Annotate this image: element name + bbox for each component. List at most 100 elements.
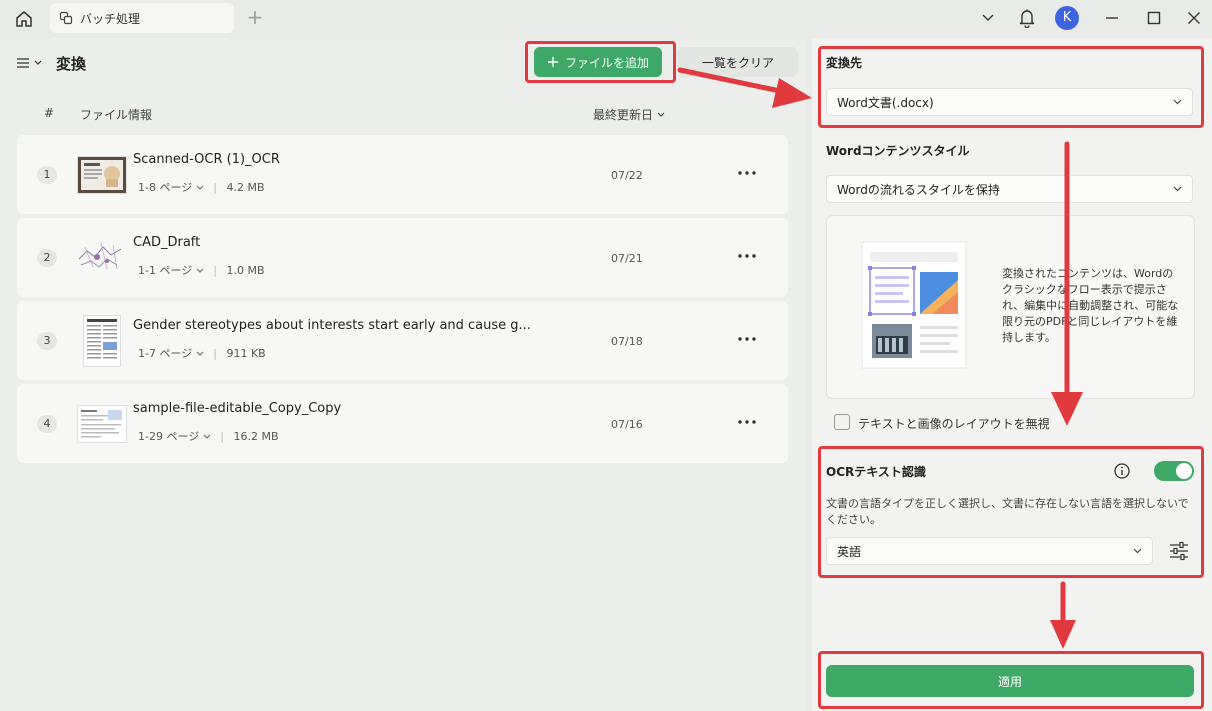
ignore-layout-checkbox[interactable]	[834, 414, 850, 430]
ocr-info-button[interactable]	[1113, 462, 1131, 480]
add-file-button[interactable]: ファイルを追加	[534, 47, 662, 77]
plus-icon	[547, 57, 558, 67]
file-meta[interactable]: 1-29 ページ | 16.2 MB	[138, 428, 279, 444]
column-header-number: #	[44, 106, 55, 120]
ocr-settings-button[interactable]	[1168, 540, 1190, 562]
table-row[interactable]: 1 Scanned-OCR (1)_OCR 1-8 ページ | 4.2 MB 0…	[17, 135, 788, 214]
more-icon	[738, 337, 756, 341]
more-icon	[738, 254, 756, 258]
modified-date: 07/18	[611, 335, 643, 348]
chevron-down-icon	[196, 351, 204, 356]
more-options-button[interactable]	[737, 246, 757, 266]
more-options-button[interactable]	[737, 329, 757, 349]
table-row[interactable]: 4 sample-file-editable_Copy_Copy 1-29 ペー…	[17, 384, 788, 463]
file-thumbnail	[83, 315, 121, 367]
avatar[interactable]: K	[1055, 6, 1079, 30]
toggle-knob	[1176, 463, 1192, 479]
file-size: 911 KB	[226, 347, 266, 360]
ocr-title: OCRテキスト認識	[826, 465, 926, 479]
maximize-button[interactable]	[1144, 6, 1164, 30]
info-icon	[1114, 463, 1130, 479]
content-style-select[interactable]: Wordの流れるスタイルを保持	[826, 175, 1193, 203]
dropdown-button[interactable]	[978, 6, 998, 30]
file-thumbnail	[77, 405, 127, 443]
file-size: 16.2 MB	[233, 430, 279, 443]
meta-divider: |	[213, 181, 217, 194]
ocr-language-value: 英語	[837, 544, 862, 559]
chevron-down-icon	[203, 434, 211, 439]
style-description: 変換されたコンテンツは、Wordのクラシックなフロー表示で提示され、編集中に自動…	[1002, 267, 1179, 344]
column-header-modified-date[interactable]: 最終更新日	[593, 106, 665, 123]
file-name: Gender stereotypes about interests start…	[133, 318, 531, 333]
chevron-down-icon	[982, 14, 994, 21]
chevron-down-icon	[657, 112, 665, 117]
notification-button[interactable]	[1016, 6, 1038, 30]
apply-label: 適用	[997, 674, 1022, 689]
modified-date: 07/22	[611, 169, 643, 182]
file-meta[interactable]: 1-7 ページ | 911 KB	[138, 345, 266, 361]
file-thumbnail	[77, 239, 125, 275]
add-file-label: ファイルを追加	[564, 55, 649, 70]
table-row[interactable]: 2 CAD_Draft 1-1 ページ | 1.0 MB 07/21	[17, 218, 788, 297]
page-range: 1-29 ページ	[138, 430, 200, 443]
more-icon	[738, 420, 756, 424]
file-size: 4.2 MB	[226, 181, 265, 194]
column-header-file-info: ファイル情報	[80, 108, 153, 122]
modified-date: 07/21	[611, 252, 643, 265]
content-style-title: Wordコンテンツスタイル	[826, 144, 970, 158]
row-number: 4	[37, 415, 57, 433]
row-number: 1	[37, 166, 57, 184]
file-size: 1.0 MB	[226, 264, 265, 277]
chevron-down-icon	[34, 60, 42, 65]
row-number: 2	[37, 249, 57, 267]
bell-icon	[1019, 9, 1035, 28]
page-range: 1-1 ページ	[138, 264, 193, 277]
minimize-icon	[1106, 17, 1118, 19]
new-tab-button[interactable]: +	[244, 6, 266, 28]
page-title: 変換	[56, 55, 87, 73]
meta-divider: |	[213, 264, 217, 277]
sliders-icon	[1170, 541, 1188, 561]
row-number: 3	[37, 332, 57, 350]
plus-icon: +	[246, 5, 264, 29]
apply-button[interactable]: 適用	[826, 665, 1194, 697]
ocr-description: 文書の言語タイプを正しく選択し、文書に存在しない言語を選択しないでください。	[826, 497, 1189, 526]
more-options-button[interactable]	[737, 412, 757, 432]
clear-list-label: 一覧をクリア	[701, 55, 774, 70]
page-range: 1-7 ページ	[138, 347, 193, 360]
file-meta[interactable]: 1-8 ページ | 4.2 MB	[138, 179, 265, 195]
target-format-title: 変換先	[826, 56, 863, 70]
file-name: sample-file-editable_Copy_Copy	[133, 401, 342, 416]
chevron-down-icon	[1173, 186, 1182, 192]
file-name: CAD_Draft	[133, 235, 201, 250]
tab-batch-process[interactable]: バッチ処理	[50, 3, 234, 33]
clear-list-button[interactable]: 一覧をクリア	[678, 47, 798, 77]
table-row[interactable]: 3 Gender stereotypes about interests sta…	[17, 301, 788, 380]
file-name: Scanned-OCR (1)_OCR	[133, 152, 280, 167]
document-preview-illustration	[861, 241, 967, 369]
menu-button[interactable]	[16, 53, 44, 73]
close-button[interactable]	[1184, 6, 1204, 30]
more-options-button[interactable]	[737, 163, 757, 183]
home-icon	[16, 11, 32, 27]
minimize-button[interactable]	[1102, 6, 1122, 30]
close-icon	[1188, 12, 1200, 24]
chevron-down-icon	[196, 268, 204, 273]
page-range: 1-8 ページ	[138, 181, 193, 194]
file-thumbnail	[77, 156, 127, 194]
ocr-toggle[interactable]	[1154, 461, 1194, 481]
chevron-down-icon	[1133, 548, 1142, 554]
batch-icon	[58, 10, 74, 26]
target-format-value: Word文書(.docx)	[837, 95, 934, 110]
modified-date: 07/16	[611, 418, 643, 431]
ignore-layout-label: テキストと画像のレイアウトを無視	[858, 417, 1050, 431]
target-format-select[interactable]: Word文書(.docx)	[826, 88, 1193, 116]
home-button[interactable]	[8, 7, 40, 31]
maximize-icon	[1147, 11, 1161, 25]
ocr-language-select[interactable]: 英語	[826, 537, 1153, 565]
column-header-label: 最終更新日	[593, 108, 654, 122]
more-icon	[738, 171, 756, 175]
file-meta[interactable]: 1-1 ページ | 1.0 MB	[138, 262, 265, 278]
list-menu-icon	[17, 58, 29, 68]
content-style-value: Wordの流れるスタイルを保持	[837, 182, 1000, 197]
